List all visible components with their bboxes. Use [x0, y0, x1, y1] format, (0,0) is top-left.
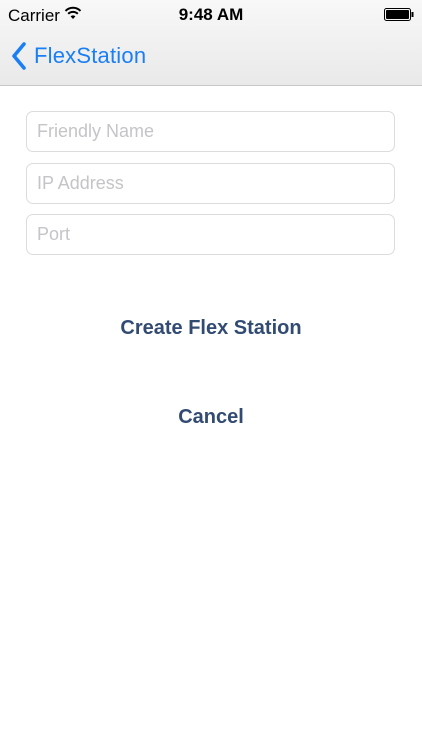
cancel-button[interactable]: Cancel	[0, 406, 422, 429]
back-button[interactable]: FlexStation	[10, 40, 146, 72]
status-bar: Carrier 9:48 AM	[0, 0, 422, 30]
back-button-label: FlexStation	[34, 43, 147, 68]
create-flex-station-button[interactable]: Create Flex Station	[0, 317, 422, 340]
friendly-name-input[interactable]	[27, 112, 394, 151]
battery-icon	[384, 8, 414, 21]
ip-address-input[interactable]	[27, 164, 394, 203]
ip-address-field[interactable]	[26, 163, 395, 204]
navigation-bar: FlexStation	[0, 30, 422, 85]
port-input[interactable]	[27, 215, 394, 254]
chevron-left-icon	[12, 42, 26, 70]
port-field[interactable]	[26, 214, 395, 255]
clock-time: 9:48 AM	[178, 5, 244, 24]
friendly-name-field[interactable]	[26, 111, 395, 152]
header: Carrier 9:48 AM FlexStation	[0, 0, 422, 86]
